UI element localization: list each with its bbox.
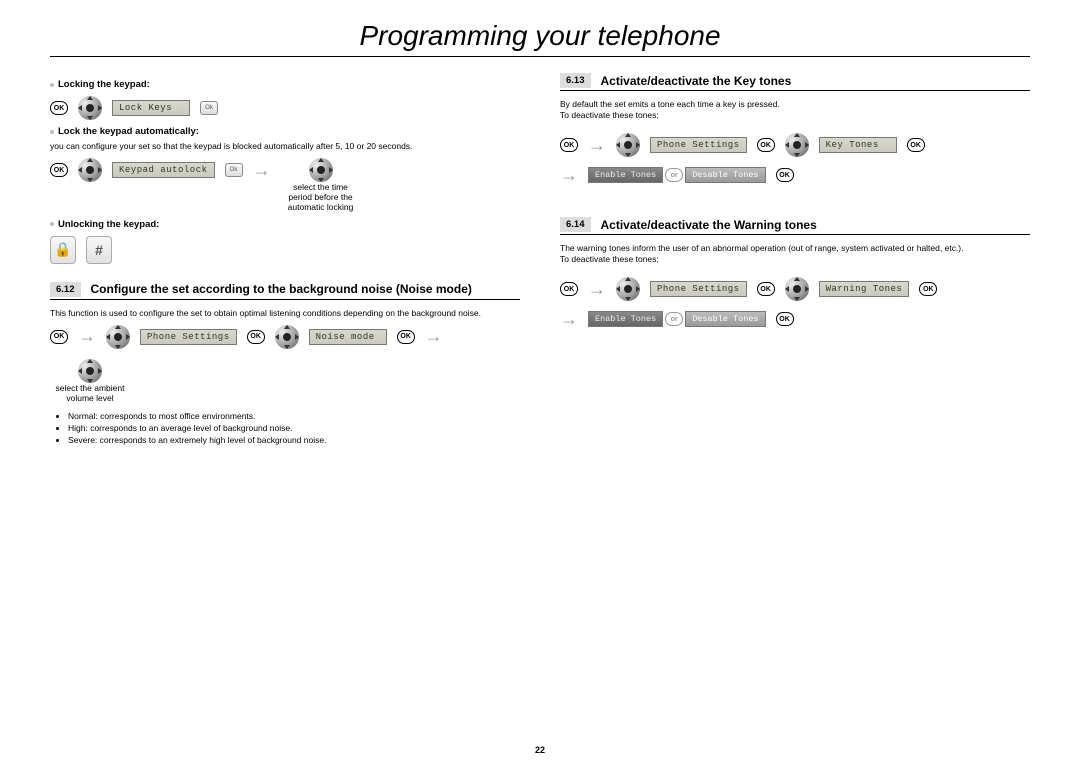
dpad-icon	[78, 359, 102, 383]
caption-auto: select the time period before the automa…	[281, 182, 361, 213]
page-number: 22	[535, 745, 545, 755]
subhead-text: Unlocking the keypad:	[58, 219, 159, 230]
lcd-key-tones: Key Tones	[819, 137, 897, 153]
lcd-keypad-autolock: Keypad autolock	[112, 162, 215, 178]
caption-noise: select the ambient volume level	[50, 383, 130, 403]
subhead-text: Locking the keypad:	[58, 79, 150, 90]
lcd-phone-settings: Phone Settings	[650, 281, 747, 297]
softkey-ok: Ok	[225, 163, 243, 177]
dpad-icon	[106, 325, 130, 349]
arrow-right-icon: →	[560, 307, 578, 331]
section-title: Activate/deactivate the Warning tones	[601, 218, 817, 232]
arrow-right-icon: →	[560, 163, 578, 187]
dpad-icon	[78, 158, 102, 182]
right-column: 6.13 Activate/deactivate the Key tones B…	[560, 73, 1030, 447]
subhead-unlock: Unlocking the keypad:	[50, 219, 520, 230]
toggle-enable: Enable Tones	[588, 167, 663, 183]
s614-desc1: The warning tones inform the user of an …	[560, 243, 1030, 254]
list-item: Normal: corresponds to most office envir…	[68, 411, 520, 423]
dpad-icon	[616, 133, 640, 157]
ok-button: OK	[757, 138, 775, 152]
softkey-ok: Ok	[200, 101, 218, 115]
section-num: 6.13	[560, 73, 591, 88]
subhead-lock-keypad: Locking the keypad:	[50, 79, 520, 90]
dpad-icon	[785, 133, 809, 157]
s613-desc2: To deactivate these tones:	[560, 110, 1030, 121]
dpad-icon	[78, 96, 102, 120]
or-divider-icon: or	[665, 168, 683, 182]
section-6-13: 6.13 Activate/deactivate the Key tones	[560, 73, 1030, 91]
arrow-right-icon: →	[425, 325, 443, 349]
ok-button: OK	[776, 312, 794, 326]
section-6-12-desc: This function is used to configure the s…	[50, 308, 520, 319]
dpad-icon	[785, 277, 809, 301]
or-divider-icon: or	[665, 312, 683, 326]
s613-desc1: By default the set emits a tone each tim…	[560, 99, 1030, 110]
toggle-tones: Enable Tones or Desable Tones	[588, 163, 766, 187]
left-column: Locking the keypad: OK Lock Keys Ok Lock…	[50, 73, 520, 447]
noise-bullets: Normal: corresponds to most office envir…	[64, 411, 520, 447]
list-item: Severe: corresponds to an extremely high…	[68, 435, 520, 447]
page-title: Programming your telephone	[50, 20, 1030, 57]
arrow-right-icon: →	[588, 133, 606, 157]
ok-button: OK	[907, 138, 925, 152]
ok-button: OK	[919, 282, 937, 296]
lock-key-icon: 🔒	[50, 236, 76, 264]
ok-button: OK	[50, 101, 68, 115]
bullet-icon	[50, 130, 54, 134]
ok-button: OK	[560, 282, 578, 296]
ok-button: OK	[247, 330, 265, 344]
list-item: High: corresponds to an average level of…	[68, 423, 520, 435]
toggle-disable: Desable Tones	[685, 167, 765, 183]
auto-lock-desc: you can configure your set so that the k…	[50, 141, 520, 152]
section-6-14: 6.14 Activate/deactivate the Warning ton…	[560, 217, 1030, 235]
bullet-icon	[50, 83, 54, 87]
ok-button: OK	[50, 163, 68, 177]
ok-button: OK	[560, 138, 578, 152]
lcd-lock-keys: Lock Keys	[112, 100, 190, 116]
dpad-icon	[616, 277, 640, 301]
arrow-right-icon: →	[78, 325, 96, 349]
ok-button: OK	[50, 330, 68, 344]
section-title: Configure the set according to the backg…	[91, 282, 472, 296]
toggle-disable: Desable Tones	[685, 311, 765, 327]
arrow-right-icon: →	[588, 277, 606, 301]
toggle-enable: Enable Tones	[588, 311, 663, 327]
section-6-12: 6.12 Configure the set according to the …	[50, 282, 520, 300]
subhead-auto-lock: Lock the keypad automatically:	[50, 126, 520, 137]
lcd-noise-mode: Noise mode	[309, 329, 387, 345]
subhead-text: Lock the keypad automatically:	[58, 126, 199, 137]
lcd-phone-settings: Phone Settings	[650, 137, 747, 153]
bullet-icon	[50, 222, 54, 226]
section-num: 6.14	[560, 217, 591, 232]
section-num: 6.12	[50, 282, 81, 297]
ok-button: OK	[757, 282, 775, 296]
dpad-icon	[275, 325, 299, 349]
hash-key-icon: #	[86, 236, 112, 264]
dpad-icon	[309, 158, 333, 182]
lcd-phone-settings: Phone Settings	[140, 329, 237, 345]
lcd-warning-tones: Warning Tones	[819, 281, 910, 297]
ok-button: OK	[397, 330, 415, 344]
s614-desc2: To deactivate these tones:	[560, 254, 1030, 265]
arrow-right-icon: →	[253, 158, 271, 182]
toggle-tones: Enable Tones or Desable Tones	[588, 307, 766, 331]
section-title: Activate/deactivate the Key tones	[601, 74, 792, 88]
ok-button: OK	[776, 168, 794, 182]
